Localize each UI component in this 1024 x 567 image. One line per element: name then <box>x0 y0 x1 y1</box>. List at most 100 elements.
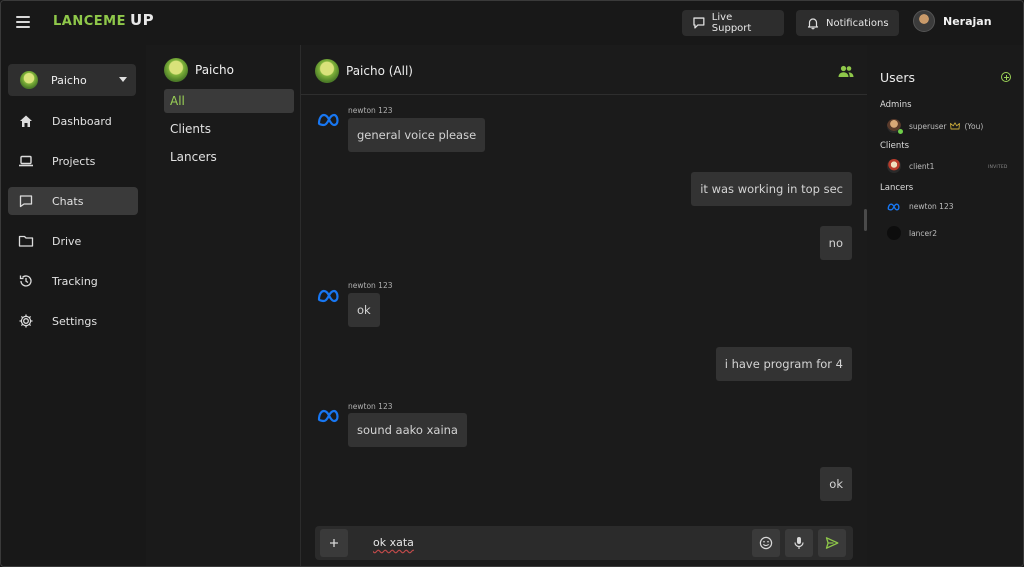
caret-down-icon <box>119 77 127 82</box>
channel-list: Paicho All Clients Lancers <box>146 45 301 566</box>
avatar <box>887 226 901 240</box>
sidebar-item-settings[interactable]: Settings <box>8 307 138 335</box>
chat-icon <box>19 195 33 208</box>
user-row-admin[interactable]: superuser (You) <box>887 119 984 134</box>
sidebar-item-dashboard[interactable]: Dashboard <box>8 107 138 135</box>
group-members-icon[interactable] <box>838 65 854 78</box>
message-bubble: no <box>819 226 852 260</box>
app-logo[interactable]: LANCEME UP <box>53 11 154 29</box>
workspace-avatar <box>164 58 188 82</box>
chat-title: Paicho (All) <box>346 64 413 78</box>
message-sender: newton 123 <box>348 402 393 411</box>
user-menu[interactable]: Nerajan <box>913 10 992 32</box>
sidebar-item-tracking[interactable]: Tracking <box>8 267 138 295</box>
folder-icon <box>18 235 34 247</box>
message-text: it was working in top sec <box>700 182 843 196</box>
sidebar: Paicho Dashboard Projects Chats Drive Tr… <box>1 45 146 566</box>
group-label-clients: Clients <box>880 141 910 151</box>
message-bubble: general voice please <box>348 118 486 152</box>
message-bubble: sound aako xaina <box>348 413 467 447</box>
avatar <box>887 159 901 173</box>
meta-logo-icon <box>887 202 900 211</box>
notifications-button[interactable]: Notifications <box>796 10 899 36</box>
chat-header: Paicho (All) <box>301 45 867 95</box>
chat-avatar <box>315 59 339 83</box>
message-text: general voice please <box>357 128 477 142</box>
user-name: superuser <box>909 121 947 131</box>
home-icon <box>20 115 32 127</box>
user-name: lancer2 <box>909 228 938 238</box>
avatar <box>913 10 935 32</box>
add-user-icon[interactable] <box>1001 72 1011 82</box>
sidebar-item-projects[interactable]: Projects <box>8 147 138 175</box>
message-bubble: ok <box>820 467 852 501</box>
chat-support-icon <box>693 17 705 29</box>
menu-icon[interactable] <box>16 16 30 28</box>
workspace-select[interactable]: Paicho <box>8 64 136 96</box>
status-badge: INVITED <box>988 165 1008 170</box>
sidebar-item-drive[interactable]: Drive <box>8 227 138 255</box>
users-title: Users <box>880 70 916 85</box>
bell-icon <box>807 18 819 30</box>
channel-item-clients[interactable]: Clients <box>164 117 294 141</box>
attach-button[interactable] <box>320 529 348 557</box>
send-icon <box>825 537 839 549</box>
gear-icon <box>19 314 33 328</box>
user-row-lancer[interactable]: newton 123 <box>887 202 953 211</box>
user-name: newton 123 <box>909 202 954 211</box>
message-bubble: it was working in top sec <box>691 172 852 206</box>
meta-logo-icon <box>317 289 339 303</box>
message-bubble: i have program for 4 <box>715 347 852 381</box>
user-name: client1 <box>909 161 935 171</box>
crown-icon <box>950 122 961 130</box>
message-text: i have program for 4 <box>724 357 843 371</box>
channel-header: Paicho <box>164 58 234 82</box>
sidebar-item-label: Dashboard <box>52 114 112 128</box>
group-label-lancers: Lancers <box>880 183 914 193</box>
send-button[interactable] <box>818 529 846 557</box>
message-sender: newton 123 <box>348 281 393 290</box>
microphone-icon <box>794 537 804 549</box>
laptop-icon <box>19 155 33 167</box>
workspace-avatar <box>20 71 38 89</box>
smiley-icon <box>759 536 773 550</box>
online-status-dot <box>898 129 903 134</box>
sidebar-item-label: Projects <box>52 154 96 168</box>
message-text: sound aako xaina <box>357 423 458 437</box>
logo-suffix: UP <box>129 11 155 29</box>
user-row-lancer[interactable]: lancer2 <box>887 226 937 240</box>
message-input[interactable]: ok xata <box>373 536 414 549</box>
sidebar-item-chats[interactable]: Chats <box>8 187 138 215</box>
live-support-button[interactable]: Live Support <box>682 10 784 36</box>
channel-label: Clients <box>170 122 211 136</box>
channel-header-title: Paicho <box>195 63 234 77</box>
channel-item-lancers[interactable]: Lancers <box>164 145 294 169</box>
top-bar: LANCEME UP Live Support Notifications Ner… <box>1 1 1023 45</box>
sidebar-item-label: Drive <box>52 234 82 248</box>
notifications-label: Notifications <box>826 17 889 29</box>
avatar <box>887 119 903 134</box>
sidebar-item-label: Chats <box>52 194 84 208</box>
emoji-button[interactable] <box>752 529 780 557</box>
message-text: ok <box>357 303 371 317</box>
users-panel: Users Admins superuser (You) Clients cli… <box>867 45 1023 566</box>
channel-label: All <box>170 94 185 108</box>
meta-logo-icon <box>317 409 339 423</box>
message-sender: newton 123 <box>348 106 393 115</box>
sidebar-item-label: Tracking <box>52 274 98 288</box>
message-composer: ok xata <box>315 526 853 560</box>
channel-item-all[interactable]: All <box>164 89 294 113</box>
sidebar-item-label: Settings <box>52 314 98 328</box>
plus-icon <box>330 539 338 547</box>
workspace-name: Paicho <box>51 73 87 87</box>
meta-logo-icon <box>317 113 339 127</box>
app-window: LANCEME UP Live Support Notifications Ner… <box>0 0 1024 567</box>
message-text: ok <box>829 477 843 491</box>
history-icon <box>19 275 32 287</box>
you-label: (You) <box>964 121 984 131</box>
user-row-client[interactable]: client1 <box>887 159 934 173</box>
message-text: no <box>828 236 843 250</box>
voice-button[interactable] <box>785 529 813 557</box>
message-bubble: ok <box>348 293 380 327</box>
user-name: Nerajan <box>943 14 992 28</box>
